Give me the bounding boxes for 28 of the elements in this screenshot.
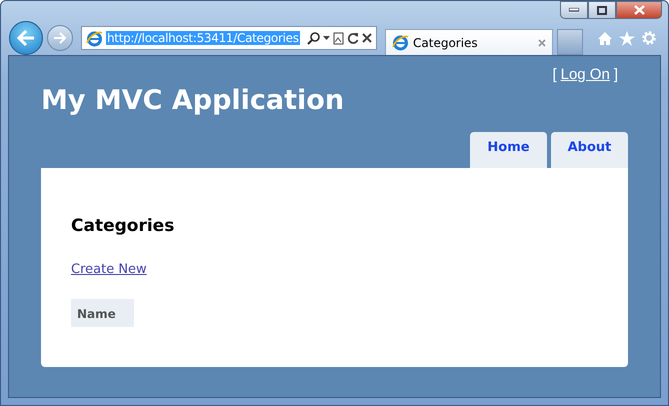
back-button[interactable] (9, 21, 43, 55)
log-on-link[interactable]: Log On (560, 66, 610, 83)
close-tab-icon[interactable] (538, 38, 546, 46)
maximize-button[interactable] (588, 1, 616, 19)
url-text: http://localhost:53411/Categories (106, 31, 300, 45)
create-new-link[interactable]: Create New (71, 262, 147, 277)
bracket-text: [ (552, 66, 557, 83)
star-icon[interactable] (619, 30, 635, 46)
browser-tab[interactable]: Categories (385, 29, 553, 55)
minimize-icon (569, 8, 579, 12)
close-button[interactable] (616, 1, 662, 19)
column-header: Name (71, 299, 134, 327)
address-bar[interactable]: http://localhost:53411/Categories (81, 26, 377, 50)
maximize-icon (597, 6, 607, 14)
browser-logo-icon (392, 34, 409, 51)
stop-icon[interactable] (362, 33, 372, 43)
page-heading: Categories (71, 216, 174, 236)
bracket-text: ] (614, 66, 618, 83)
site-title: My MVC Application (41, 85, 344, 116)
browser-logo-icon (86, 30, 103, 46)
caret-icon[interactable] (323, 36, 330, 40)
refresh-icon[interactable] (347, 32, 359, 44)
back-arrow-icon (17, 30, 35, 46)
minimize-button[interactable] (560, 1, 588, 19)
close-icon (634, 5, 644, 15)
forward-arrow-icon (53, 32, 67, 44)
search-icon[interactable] (307, 32, 320, 44)
forward-button[interactable] (47, 25, 73, 51)
